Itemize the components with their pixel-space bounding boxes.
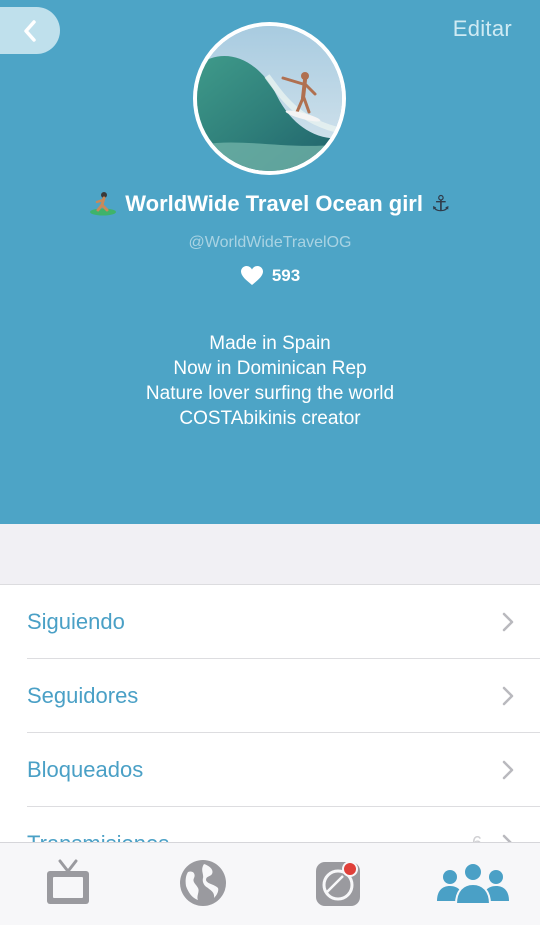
avatar — [193, 22, 346, 175]
anchor-icon: ⚓ — [430, 191, 451, 216]
globe-icon — [180, 860, 226, 906]
bio-line: COSTAbikinis creator — [179, 408, 361, 429]
chevron-right-icon — [502, 760, 514, 779]
list-item-label: Siguiendo — [27, 608, 125, 634]
tab-people[interactable] — [436, 855, 510, 911]
surfer-icon — [90, 192, 117, 216]
chevron-right-icon — [502, 612, 514, 631]
camera-icon — [316, 861, 360, 906]
list-item-seguidores[interactable]: Seguidores — [27, 659, 540, 733]
likes-value: 593 — [271, 265, 301, 285]
list-item-bloqueados[interactable]: Bloqueados — [27, 733, 540, 807]
people-icon — [437, 862, 509, 905]
edit-button[interactable]: Editar — [453, 16, 512, 42]
list-item-label: Transmisiones — [27, 831, 169, 843]
profile-name-text: WorldWide Travel Ocean girl — [125, 191, 423, 216]
tab-broadcast[interactable] — [310, 855, 366, 911]
profile-menu-list: Siguiendo Seguidores Bloqueados Transmis… — [0, 584, 540, 842]
list-item-label: Bloqueados — [27, 756, 144, 782]
list-item-label: Seguidores — [27, 682, 139, 708]
back-button[interactable] — [0, 7, 60, 54]
profile-name: WorldWide Travel Ocean girl ⚓ — [0, 191, 540, 217]
list-item-count: 6 — [472, 833, 482, 842]
tab-bar — [0, 842, 540, 925]
tab-tv[interactable] — [40, 855, 96, 911]
heart-icon — [240, 266, 263, 285]
chevron-left-icon — [24, 19, 36, 42]
profile-header: Editar WorldWide Travel Ocean girl ⚓ @Wo… — [0, 0, 540, 524]
chevron-right-icon — [502, 834, 513, 842]
list-item-transmisiones[interactable]: Transmisiones 6 — [27, 807, 540, 842]
profile-handle: @WorldWideTravelOG — [188, 234, 352, 251]
bio-line: Nature lover surfing the world — [145, 383, 395, 404]
bio-line: Made in Spain — [209, 333, 331, 354]
tab-globe[interactable] — [175, 855, 231, 911]
tv-icon — [47, 859, 89, 904]
bio-line: Now in Dominican Rep — [173, 358, 367, 379]
likes-count: 593 — [0, 265, 540, 286]
profile-bio: Made in Spain Now in Dominican Rep Natur… — [0, 331, 540, 431]
list-item-siguiendo[interactable]: Siguiendo — [27, 585, 540, 659]
chevron-right-icon — [502, 686, 514, 705]
